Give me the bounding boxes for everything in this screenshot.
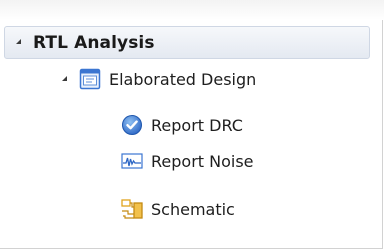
tree-item-rtl-analysis[interactable]: RTL Analysis bbox=[4, 26, 370, 59]
expand-triangle-icon[interactable] bbox=[62, 75, 67, 81]
schematic-icon bbox=[121, 198, 143, 220]
expand-triangle-icon[interactable] bbox=[16, 39, 21, 44]
waveform-icon bbox=[121, 150, 143, 172]
tree-item-label: RTL Analysis bbox=[33, 32, 155, 53]
tree-item-label: Report DRC bbox=[151, 115, 243, 135]
tree-item-report-drc[interactable]: Report DRC bbox=[121, 114, 243, 136]
panel-top-strip bbox=[0, 0, 384, 20]
tree-item-elaborated-design[interactable]: Elaborated Design bbox=[62, 68, 256, 90]
tree-item-label: Schematic bbox=[151, 199, 235, 219]
check-shield-icon bbox=[121, 114, 143, 136]
design-window-icon bbox=[79, 68, 101, 90]
tree-item-schematic[interactable]: Schematic bbox=[121, 198, 235, 220]
tree-item-report-noise[interactable]: Report Noise bbox=[121, 150, 254, 172]
navigator-panel: RTL Analysis Elaborated Design Report DR… bbox=[0, 0, 384, 249]
tree-item-label: Elaborated Design bbox=[109, 69, 257, 89]
tree-item-label: Report Noise bbox=[151, 151, 254, 171]
